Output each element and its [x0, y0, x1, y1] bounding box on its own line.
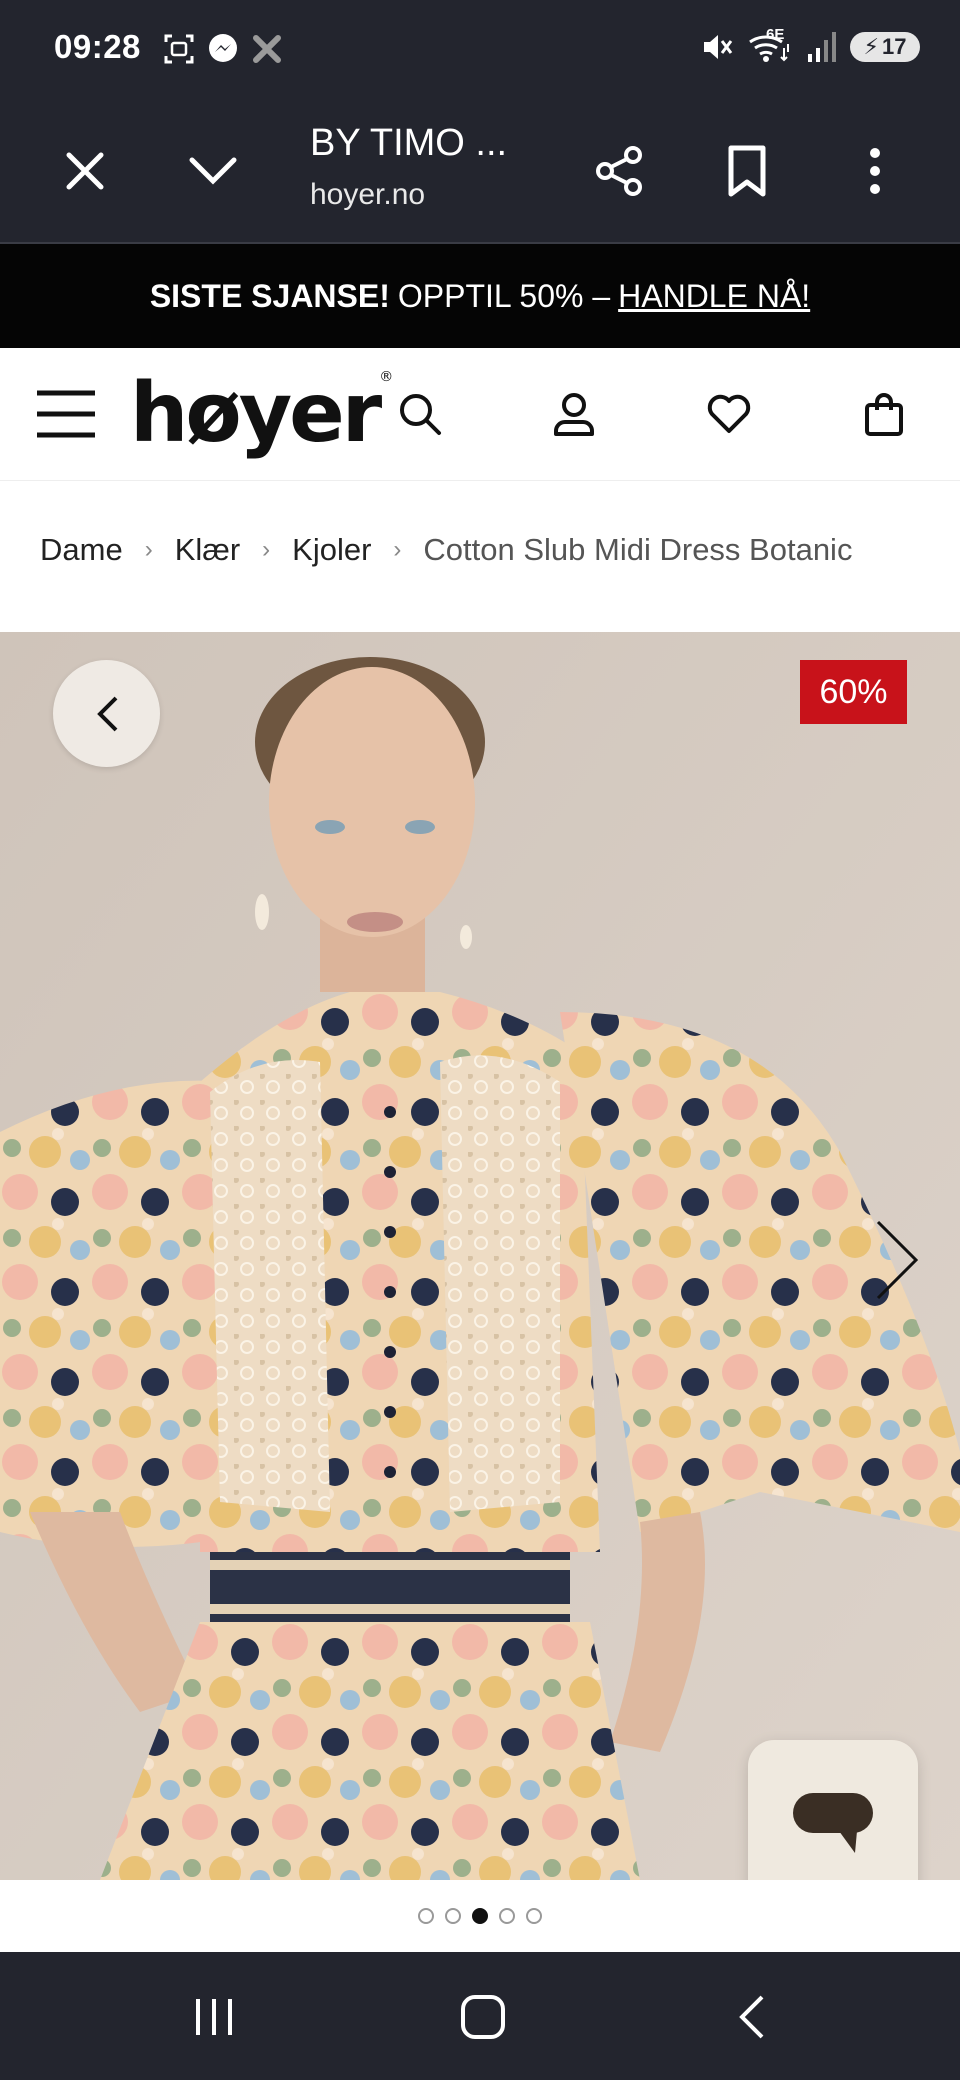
status-bar: 09:28 6E ⚡ 17 — [0, 0, 960, 100]
home-icon — [461, 1995, 505, 2039]
wifi-icon: 6E — [748, 26, 792, 64]
breadcrumb: Dame › Klær › Kjoler › Cotton Slub Midi … — [40, 532, 852, 568]
discount-badge: 60% — [800, 660, 907, 724]
browser-toolbar: BY TIMO ... hoyer.no — [0, 100, 960, 244]
breadcrumb-separator: › — [144, 536, 153, 563]
search-icon — [400, 394, 441, 435]
breadcrumb-item-kjoler[interactable]: Kjoler — [292, 532, 371, 568]
back-button[interactable] — [712, 1982, 792, 2052]
status-time: 09:28 — [54, 28, 141, 65]
account-button[interactable] — [538, 378, 610, 450]
mute-icon — [704, 35, 733, 59]
promo-text: OPPTIL 50% – — [397, 277, 611, 314]
carousel-dot-2[interactable] — [445, 1908, 461, 1924]
notification-icons — [162, 32, 284, 66]
promo-banner: SISTE SJANSE! OPPTIL 50% – HANDLE NÅ! — [0, 244, 960, 348]
screenshot-icon — [164, 34, 194, 64]
share-button[interactable] — [584, 136, 654, 206]
carousel-dot-5[interactable] — [526, 1908, 542, 1924]
wishlist-button[interactable] — [693, 378, 765, 450]
bookmark-icon — [728, 145, 766, 197]
menu-icon — [37, 390, 95, 438]
breadcrumb-item-klaer[interactable]: Klær — [175, 532, 240, 568]
cart-button[interactable] — [848, 378, 920, 450]
page-url[interactable]: hoyer.no — [310, 178, 425, 212]
more-icon — [870, 148, 880, 194]
signal-icon — [808, 32, 836, 62]
minimize-button[interactable] — [178, 136, 248, 206]
recent-apps-icon — [196, 1999, 232, 2035]
breadcrumb-separator: › — [393, 536, 402, 563]
carousel-dot-3[interactable] — [472, 1908, 488, 1924]
charging-icon: ⚡ — [863, 34, 879, 59]
home-button[interactable] — [443, 1982, 523, 2052]
chevron-down-icon — [189, 157, 237, 185]
cart-icon — [865, 393, 903, 436]
messenger-icon — [209, 34, 237, 62]
share-icon — [596, 146, 642, 196]
breadcrumb-item-dame[interactable]: Dame — [40, 532, 123, 568]
carousel-dot-4[interactable] — [499, 1908, 515, 1924]
battery-level: 17 — [881, 34, 907, 59]
system-navigation-bar — [0, 1952, 960, 2080]
wishlist-icon — [707, 394, 751, 433]
breadcrumb-current: Cotton Slub Midi Dress Botanic — [423, 532, 853, 567]
product-photo — [0, 632, 960, 1880]
close-icon — [66, 152, 104, 190]
next-image-button[interactable] — [868, 1210, 928, 1310]
search-button[interactable] — [384, 378, 456, 450]
product-image[interactable] — [0, 632, 960, 1880]
menu-button[interactable] — [30, 378, 102, 450]
battery-indicator: ⚡ 17 — [850, 32, 920, 62]
close-tab-button[interactable] — [50, 136, 120, 206]
promo-headline: SISTE SJANSE! — [149, 277, 390, 314]
recent-apps-button[interactable] — [174, 1982, 254, 2052]
account-icon — [554, 393, 594, 436]
previous-image-button[interactable] — [53, 660, 160, 767]
chevron-right-icon — [876, 1220, 919, 1300]
chevron-left-icon — [96, 696, 117, 731]
logo-text: høyer — [130, 366, 382, 461]
bookmark-button[interactable] — [712, 136, 782, 206]
back-icon — [739, 1995, 764, 2039]
status-right: 6E ⚡ 17 — [700, 26, 920, 64]
app-icon — [253, 35, 281, 63]
carousel-dot-1[interactable] — [418, 1908, 434, 1924]
site-header: høyer® — [0, 348, 960, 481]
page-title[interactable]: BY TIMO ... — [310, 122, 507, 165]
promo-shop-link[interactable]: HANDLE NÅ! — [618, 278, 810, 315]
image-carousel-dots — [0, 1880, 960, 1952]
network-label: 6E — [766, 26, 785, 43]
hoyer-logo[interactable]: høyer® — [130, 366, 393, 461]
more-options-button[interactable] — [840, 136, 910, 206]
chat-icon — [793, 1793, 873, 1853]
breadcrumb-separator: › — [262, 536, 271, 563]
